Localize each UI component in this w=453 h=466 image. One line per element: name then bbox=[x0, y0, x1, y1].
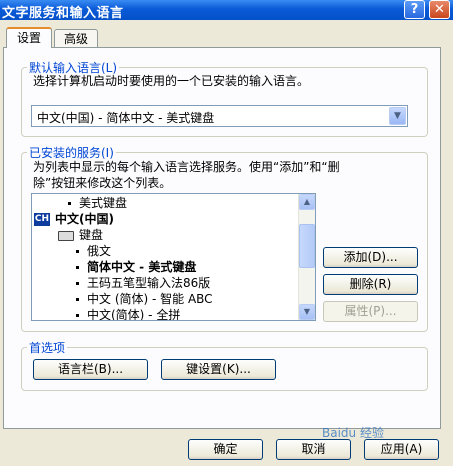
default-language-desc: 选择计算机启动时要使用的一个已安装的输入语言。 bbox=[33, 74, 310, 88]
installed-services-list[interactable]: 美式键盘 CH 中文(中国) 键盘 俄文 简体中文 - 美式键盘 王码五笔型输入法… bbox=[31, 193, 316, 321]
installed-services-desc-line2: 除”按钮来修改这个列表。 bbox=[33, 176, 172, 190]
add-button[interactable]: 添加(D)... bbox=[323, 247, 418, 268]
default-language-select[interactable]: 中文(中国) - 简体中文 - 美式键盘 ▼ bbox=[31, 105, 408, 127]
default-language-value: 中文(中国) - 简体中文 - 美式键盘 bbox=[37, 111, 215, 125]
ok-button[interactable]: 确定 bbox=[188, 439, 263, 460]
help-button[interactable]: ? bbox=[404, 0, 425, 19]
watermark: Baidu 经验 bbox=[322, 426, 384, 440]
preferences-legend: 首选项 bbox=[27, 339, 68, 356]
cancel-button[interactable]: 取消 bbox=[276, 439, 351, 460]
tab-settings[interactable]: 设置 bbox=[6, 27, 52, 48]
list-item[interactable]: 中文(简体) - 全拼 bbox=[76, 307, 180, 320]
scroll-up-icon[interactable]: ▲ bbox=[299, 194, 315, 210]
list-item[interactable]: 简体中文 - 美式键盘 bbox=[76, 259, 196, 275]
properties-button[interactable]: 属性(P)... bbox=[323, 301, 418, 322]
apply-button[interactable]: 应用(A) bbox=[364, 439, 439, 460]
chevron-down-icon[interactable]: ▼ bbox=[389, 107, 406, 125]
list-scrollbar[interactable]: ▲ ▼ bbox=[298, 194, 315, 320]
key-settings-button[interactable]: 键设置(K)... bbox=[161, 359, 276, 380]
installed-services-desc-line1: 为列表中显示的每个输入语言选择服务。使用“添加”和“删 bbox=[33, 160, 340, 174]
list-item[interactable]: 中文 (简体) - 智能 ABC bbox=[76, 291, 213, 307]
remove-button[interactable]: 删除(R) bbox=[323, 274, 418, 295]
language-bar-button[interactable]: 语言栏(B)... bbox=[33, 359, 148, 380]
list-item-language[interactable]: CH 中文(中国) bbox=[34, 211, 114, 227]
list-item-keyboard-group[interactable]: 键盘 bbox=[58, 227, 103, 243]
tab-advanced[interactable]: 高级 bbox=[54, 29, 98, 47]
scroll-down-icon[interactable]: ▼ bbox=[299, 304, 315, 320]
language-badge-icon: CH bbox=[34, 213, 50, 226]
window-title: 文字服务和输入语言 bbox=[2, 6, 124, 21]
list-item[interactable]: 美式键盘 bbox=[68, 195, 127, 211]
list-item[interactable]: 俄文 bbox=[76, 243, 111, 259]
scroll-thumb[interactable] bbox=[299, 224, 315, 268]
keyboard-icon bbox=[58, 230, 74, 241]
list-item[interactable]: 王码五笔型输入法86版 bbox=[76, 275, 210, 291]
close-button[interactable]: ✕ bbox=[429, 0, 450, 19]
title-bar: 文字服务和输入语言 ? ✕ bbox=[0, 0, 453, 21]
